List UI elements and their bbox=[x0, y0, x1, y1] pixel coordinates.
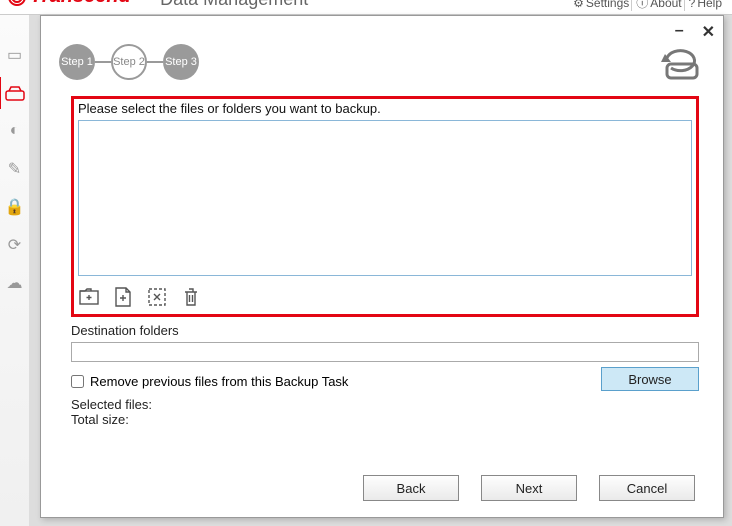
sidebar-item-3[interactable]: ◐ bbox=[3, 121, 27, 141]
gear-icon: ⚙ bbox=[573, 0, 584, 10]
about-link[interactable]: ⓘAbout bbox=[631, 0, 681, 11]
wizard-steps: Step 1 Step 2 Step 3 bbox=[59, 44, 199, 80]
app-title: Data Management bbox=[160, 0, 308, 10]
step-connector bbox=[147, 61, 163, 63]
add-file-button[interactable] bbox=[112, 286, 134, 308]
total-size-label: Total size: bbox=[71, 412, 699, 427]
sidebar-item-backup[interactable] bbox=[3, 83, 27, 103]
next-button[interactable]: Next bbox=[481, 475, 577, 501]
brand-name: Transcend bbox=[30, 0, 131, 8]
selected-files-label: Selected files: bbox=[71, 397, 699, 412]
help-icon: ? bbox=[689, 0, 696, 10]
brand-logo-icon bbox=[8, 0, 26, 6]
instruction-text: Please select the files or folders you w… bbox=[78, 99, 692, 118]
clear-icon bbox=[147, 287, 167, 307]
app-header: Transcend ® Data Management ⚙Settings ⓘA… bbox=[0, 0, 732, 15]
remove-previous-checkbox[interactable] bbox=[71, 375, 84, 388]
settings-label: Settings bbox=[586, 0, 629, 10]
file-toolbar bbox=[78, 276, 692, 308]
info-icon: ⓘ bbox=[636, 0, 648, 11]
dialog-body: Please select the files or folders you w… bbox=[71, 90, 699, 427]
header-links: ⚙Settings ⓘAbout ?Help bbox=[569, 0, 722, 11]
remove-previous-label: Remove previous files from this Backup T… bbox=[90, 374, 348, 389]
file-plus-icon bbox=[114, 287, 132, 307]
help-link[interactable]: ?Help bbox=[684, 0, 722, 11]
help-label: Help bbox=[697, 0, 722, 10]
back-button[interactable]: Back bbox=[363, 475, 459, 501]
close-button[interactable]: ✕ bbox=[702, 22, 715, 42]
sidebar-item-5[interactable]: 🔒 bbox=[3, 197, 27, 217]
dialog-window-controls: – ✕ bbox=[675, 22, 715, 42]
sidebar: ▭ ◐ ✎ 🔒 ⟳ ☁ bbox=[0, 15, 30, 526]
restore-device-icon bbox=[657, 40, 705, 82]
device-small-icon bbox=[5, 85, 25, 101]
highlight-box: Please select the files or folders you w… bbox=[71, 96, 699, 317]
step-connector bbox=[95, 61, 111, 63]
file-selection-list[interactable] bbox=[78, 120, 692, 276]
step-3: Step 3 bbox=[163, 44, 199, 80]
brand-logo: Transcend ® bbox=[8, 0, 142, 8]
cancel-button[interactable]: Cancel bbox=[599, 475, 695, 501]
step-2: Step 2 bbox=[111, 44, 147, 80]
dialog-action-buttons: Back Next Cancel bbox=[363, 475, 695, 501]
folder-plus-icon bbox=[79, 288, 99, 306]
destination-section: Destination folders Remove previous file… bbox=[71, 323, 699, 389]
add-folder-button[interactable] bbox=[78, 286, 100, 308]
summary-block: Selected files: Total size: bbox=[71, 397, 699, 427]
sidebar-item-7[interactable]: ☁ bbox=[3, 273, 27, 293]
browse-button[interactable]: Browse bbox=[601, 367, 699, 391]
destination-label: Destination folders bbox=[71, 323, 699, 338]
content-area: – ✕ Step 1 Step 2 Step 3 Please select t… bbox=[30, 15, 732, 526]
destination-input[interactable] bbox=[71, 342, 699, 362]
about-label: About bbox=[650, 0, 681, 10]
sidebar-item-1[interactable]: ▭ bbox=[3, 45, 27, 65]
backup-wizard-dialog: – ✕ Step 1 Step 2 Step 3 Please select t… bbox=[40, 15, 724, 518]
sidebar-item-6[interactable]: ⟳ bbox=[3, 235, 27, 255]
step-1: Step 1 bbox=[59, 44, 95, 80]
clear-selection-button[interactable] bbox=[146, 286, 168, 308]
minimize-button[interactable]: – bbox=[675, 22, 684, 42]
delete-button[interactable] bbox=[180, 286, 202, 308]
settings-link[interactable]: ⚙Settings bbox=[569, 0, 629, 11]
main-area: ▭ ◐ ✎ 🔒 ⟳ ☁ – ✕ Step 1 Step 2 Step 3 bbox=[0, 15, 732, 526]
trash-icon bbox=[182, 287, 200, 307]
sidebar-item-4[interactable]: ✎ bbox=[3, 159, 27, 179]
